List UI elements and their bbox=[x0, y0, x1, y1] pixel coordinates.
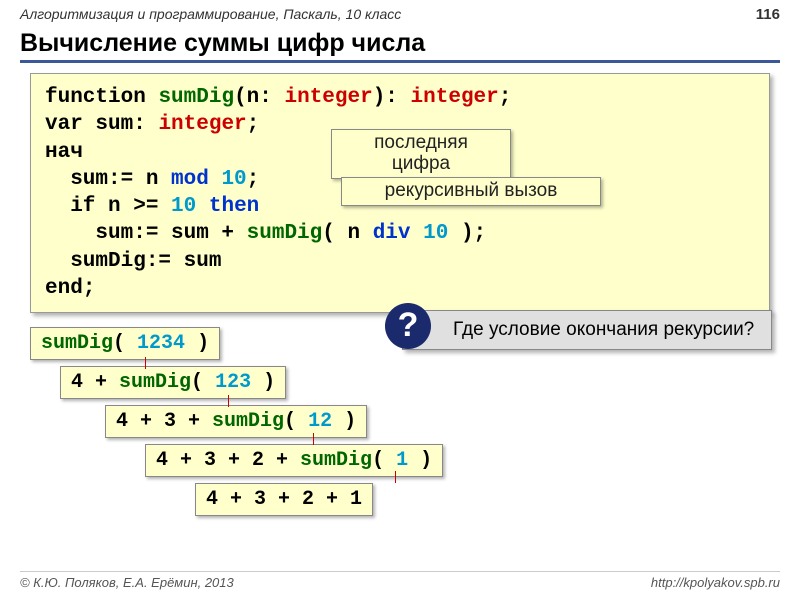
trace-row-4: 4 + 3 + 2 + sumDig( 1 ) bbox=[145, 444, 443, 477]
trace-row-3: 4 + 3 + sumDig( 12 ) bbox=[105, 405, 367, 438]
code-line-8: end; bbox=[45, 275, 755, 302]
connector-line bbox=[395, 471, 396, 483]
connector-line bbox=[228, 395, 229, 407]
code-block: function sumDig(n: integer): integer; va… bbox=[30, 73, 770, 313]
header: Алгоритмизация и программирование, Паска… bbox=[0, 0, 800, 25]
copyright: © К.Ю. Поляков, Е.А. Ерёмин, 2013 bbox=[20, 575, 234, 590]
footer: © К.Ю. Поляков, Е.А. Ерёмин, 2013 http:/… bbox=[20, 571, 780, 590]
code-line-6: sum:= sum + sumDig( n div 10 ); bbox=[45, 220, 755, 247]
callout-last-digit: последняя цифра bbox=[331, 129, 511, 179]
callout-recursive: рекурсивный вызов bbox=[341, 177, 601, 206]
page-number: 116 bbox=[756, 6, 780, 23]
slide-title: Вычисление суммы цифр числа bbox=[20, 29, 780, 63]
trace-row-5: 4 + 3 + 2 + 1 bbox=[195, 483, 373, 516]
code-line-7: sumDig:= sum bbox=[45, 248, 755, 275]
code-line-1: function sumDig(n: integer): integer; bbox=[45, 84, 755, 111]
trace-row-2: 4 + sumDig( 123 ) bbox=[60, 366, 286, 399]
url: http://kpolyakov.spb.ru bbox=[651, 575, 780, 590]
trace-row-1: sumDig( 1234 ) bbox=[30, 327, 220, 360]
course-title: Алгоритмизация и программирование, Паска… bbox=[20, 6, 401, 22]
trace-block: sumDig( 1234 ) 4 + sumDig( 123 ) 4 + 3 +… bbox=[30, 327, 800, 522]
connector-line bbox=[313, 433, 314, 445]
connector-line bbox=[145, 357, 146, 369]
